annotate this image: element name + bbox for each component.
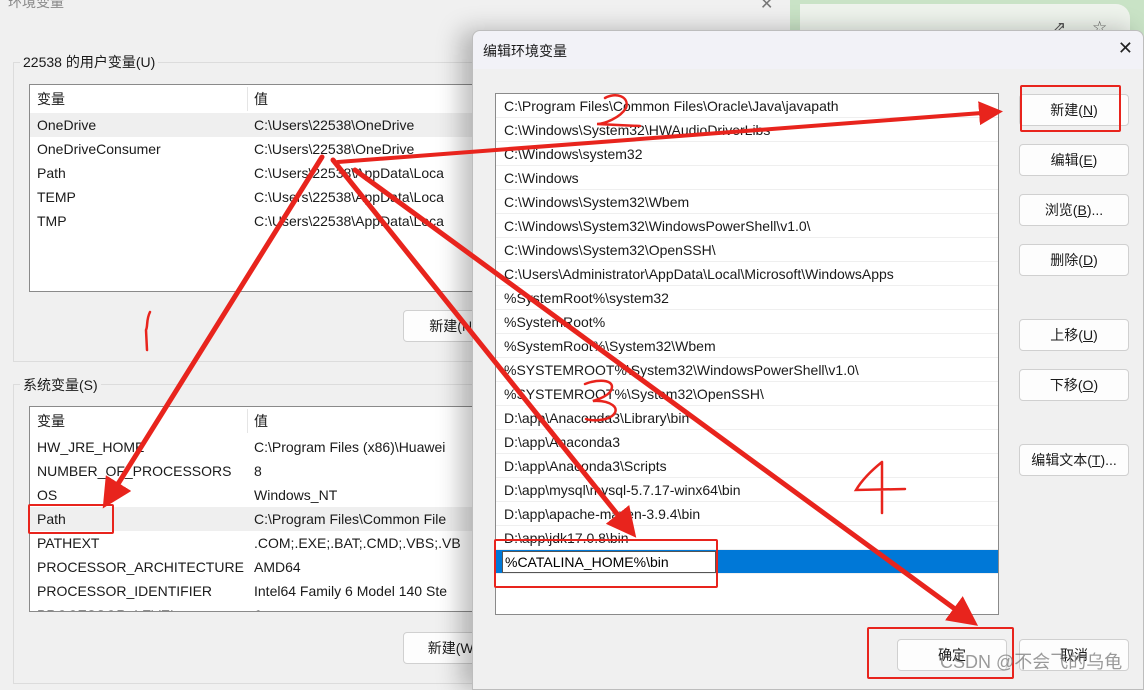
path-row[interactable]: D:\app\Anaconda3\Scripts	[496, 454, 998, 478]
highlight-new-button	[1020, 85, 1121, 132]
table-row[interactable]: PROCESSOR_ARCHITECTURE AMD64	[30, 555, 488, 579]
label-tail: )	[1093, 252, 1098, 268]
variable-value: C:\Users\22538\AppData\Loca	[254, 213, 444, 229]
variable-value: 8	[254, 463, 262, 479]
table-row[interactable]: OneDriveConsumer C:\Users\22538\OneDrive	[30, 137, 488, 161]
variable-value: AMD64	[254, 559, 301, 575]
path-row[interactable]: C:\Windows\System32\Wbem	[496, 190, 998, 214]
label-tail: )	[1093, 377, 1099, 393]
variable-name: TMP	[37, 213, 67, 229]
column-header-value[interactable]: 值	[248, 89, 268, 109]
label: 浏览(	[1044, 202, 1078, 218]
path-row[interactable]: D:\app\mysql\mysql-5.7.17-winx64\bin	[496, 478, 998, 502]
accesskey: E	[1083, 152, 1093, 168]
column-header-variable[interactable]: 变量	[30, 87, 248, 111]
path-row[interactable]: C:\Windows\system32	[496, 142, 998, 166]
variable-value: 6	[248, 603, 262, 611]
table-row[interactable]: TEMP C:\Users\22538\AppData\Loca	[30, 185, 488, 209]
edit-text-button[interactable]: 编辑文本(T)...	[1019, 444, 1129, 476]
label-tail: )	[1092, 152, 1098, 168]
highlight-editing-row	[494, 539, 718, 588]
user-vars-list[interactable]: 变量 值 OneDrive C:\Users\22538\OneDrive OneD…	[29, 84, 489, 292]
variable-value: C:\Users\22538\AppData\Loca	[254, 165, 444, 181]
variable-name: OneDrive	[37, 117, 97, 133]
label: 删除(	[1050, 252, 1083, 268]
variable-name: Path	[37, 165, 66, 181]
path-row[interactable]: %SYSTEMROOT%\System32\OpenSSH\	[496, 382, 998, 406]
variable-value: .COM;.EXE;.BAT;.CMD;.VBS;.VB	[254, 535, 461, 551]
label: 上移(	[1050, 327, 1083, 343]
variable-name: PROCESSOR_ARCHITECTURE	[37, 559, 244, 575]
variable-name: PATHEXT	[37, 535, 100, 551]
move-down-button[interactable]: 下移(O)	[1019, 369, 1129, 401]
accesskey: D	[1082, 252, 1094, 268]
watermark: CSDN @不会飞的乌龟	[940, 652, 1123, 672]
path-row[interactable]: C:\Users\Administrator\AppData\Local\Mic…	[496, 262, 998, 286]
table-row[interactable]: TMP C:\Users\22538\AppData\Loca	[30, 209, 488, 233]
accesskey: O	[1082, 377, 1094, 393]
table-row[interactable]: OneDrive C:\Users\22538\OneDrive	[30, 113, 488, 137]
table-row[interactable]: Path C:\Users\22538\AppData\Loca	[30, 161, 488, 185]
variable-value: C:\Program Files (x86)\Huawei	[254, 439, 446, 455]
path-row[interactable]: %SYSTEMROOT%\System32\WindowsPowerShell\…	[496, 358, 998, 382]
variable-name: OneDriveConsumer	[37, 141, 161, 157]
path-row[interactable]: C:\Program Files\Common Files\Oracle\Jav…	[496, 94, 998, 118]
table-row[interactable]: PATHEXT .COM;.EXE;.BAT;.CMD;.VBS;.VB	[30, 531, 488, 555]
variable-value: C:\Users\22538\AppData\Loca	[254, 189, 444, 205]
list-header: 变量 值	[30, 407, 488, 435]
variable-name: HW_JRE_HOME	[37, 439, 145, 455]
path-row[interactable]: C:\Windows	[496, 166, 998, 190]
path-row[interactable]: C:\Windows\System32\WindowsPowerShell\v1…	[496, 214, 998, 238]
browse-button[interactable]: 浏览(B)...	[1019, 194, 1129, 226]
table-row[interactable]: PROCESSOR_IDENTIFIER Intel64 Family 6 Mod…	[30, 579, 488, 603]
label: 编辑(	[1050, 152, 1084, 168]
close-icon[interactable]: ✕	[1118, 38, 1133, 59]
label: 下移(	[1049, 377, 1083, 393]
path-row[interactable]: C:\Windows\System32\OpenSSH\	[496, 238, 998, 262]
list-header: 变量 值	[30, 85, 488, 113]
path-row[interactable]: %SystemRoot%\system32	[496, 286, 998, 310]
accesskey: B	[1077, 202, 1087, 218]
column-header-variable[interactable]: 变量	[30, 409, 248, 433]
edit-button[interactable]: 编辑(E)	[1019, 144, 1129, 176]
path-row[interactable]: C:\Windows\System32\HWAudioDriverLibs	[496, 118, 998, 142]
variable-value: Intel64 Family 6 Model 140 Ste	[254, 583, 447, 599]
path-row[interactable]: D:\app\apache-maven-3.9.4\bin	[496, 502, 998, 526]
variable-name: NUMBER_OF_PROCESSORS	[37, 463, 232, 479]
user-vars-label: 22538 的用户变量(U)	[20, 52, 159, 72]
variable-value: Windows_NT	[254, 487, 338, 503]
path-list[interactable]: C:\Program Files\Common Files\Oracle\Jav…	[495, 93, 999, 615]
label-tail: )	[1093, 327, 1098, 343]
label: 编辑文本(	[1031, 452, 1092, 468]
variable-value: C:\Program Files\Common File	[254, 511, 447, 527]
variable-value: C:\Users\22538\OneDrive	[254, 117, 415, 133]
path-row[interactable]: D:\app\Anaconda3	[496, 430, 998, 454]
move-up-button[interactable]: 上移(U)	[1019, 319, 1129, 351]
accesskey: U	[1082, 327, 1094, 343]
variable-value: C:\Users\22538\OneDrive	[254, 141, 415, 157]
table-row[interactable]: PROCESSOR_LEVEL6	[30, 603, 488, 611]
table-row[interactable]: HW_JRE_HOME C:\Program Files (x86)\Huawei	[30, 435, 488, 459]
table-row[interactable]: NUMBER_OF_PROCESSORS 8	[30, 459, 488, 483]
path-row[interactable]: %SystemRoot%	[496, 310, 998, 334]
variable-name: TEMP	[37, 189, 76, 205]
dialog-title: 编辑环境变量	[483, 43, 567, 59]
path-row[interactable]: D:\app\Anaconda3\Library\bin	[496, 406, 998, 430]
column-header-value[interactable]: 值	[248, 411, 268, 431]
highlight-system-path	[28, 504, 114, 534]
close-icon[interactable]: ✕	[760, 0, 773, 14]
label-tail: )...	[1100, 452, 1117, 468]
system-vars-label: 系统变量(S)	[20, 375, 101, 395]
path-row[interactable]: %SystemRoot%\System32\Wbem	[496, 334, 998, 358]
variable-name: PROCESSOR_LEVEL	[30, 603, 248, 611]
dialog-titlebar: 编辑环境变量 ✕	[473, 31, 1143, 69]
window-title: 环境变量	[8, 0, 64, 10]
label-tail: )...	[1086, 202, 1104, 218]
variable-name: PROCESSOR_IDENTIFIER	[37, 583, 213, 599]
delete-button[interactable]: 删除(D)	[1019, 244, 1129, 276]
